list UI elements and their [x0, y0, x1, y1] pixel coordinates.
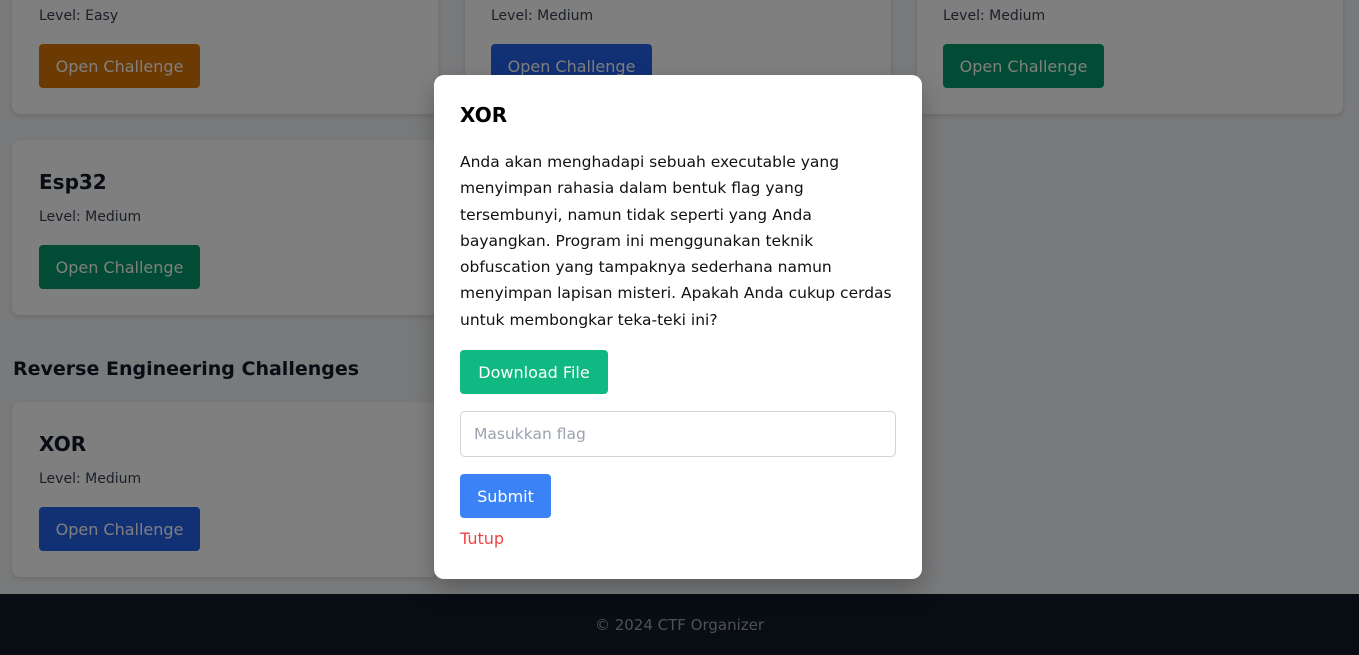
challenge-modal: XOR Anda akan menghadapi sebuah executab… [434, 75, 922, 579]
flag-input[interactable] [460, 411, 896, 457]
close-link[interactable]: Tutup [460, 529, 504, 548]
modal-title: XOR [460, 103, 508, 127]
submit-button[interactable]: Submit [460, 474, 551, 518]
download-file-button[interactable]: Download File [460, 350, 608, 394]
modal-description: Anda akan menghadapi sebuah executable y… [460, 153, 892, 329]
